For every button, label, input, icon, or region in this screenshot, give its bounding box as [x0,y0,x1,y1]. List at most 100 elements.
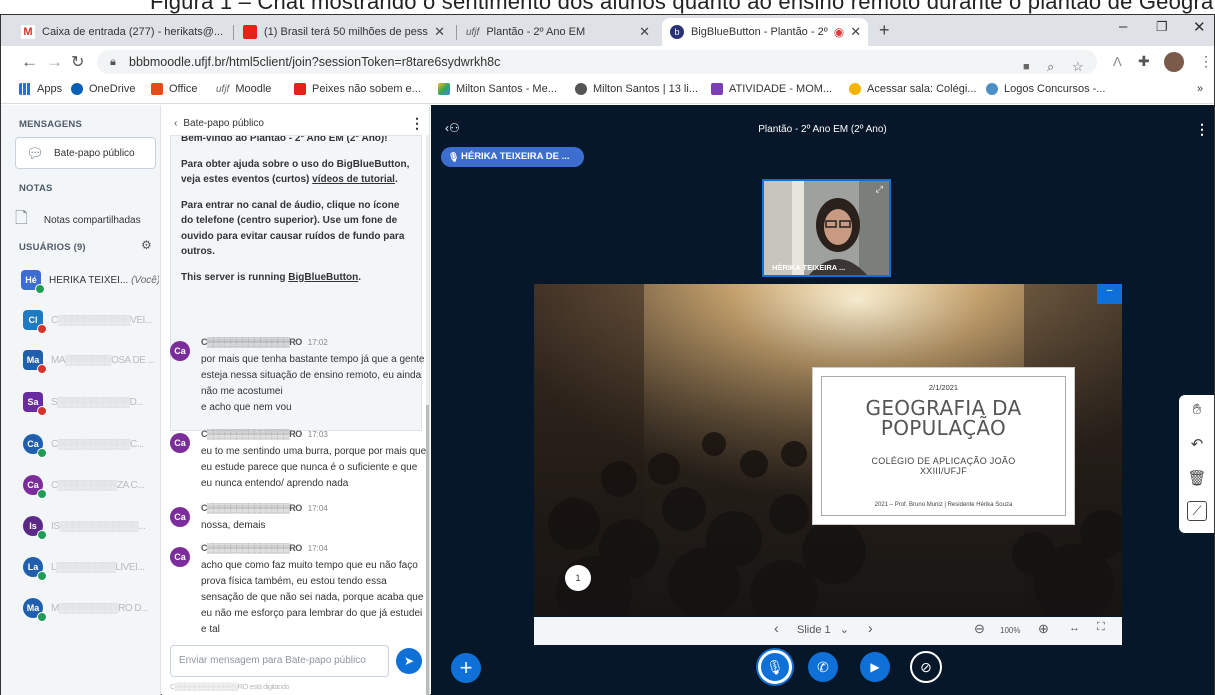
zoom-icon[interactable]: ⌕ [1047,55,1054,79]
screen-share-button[interactable]: ⊘ [910,651,942,683]
presentation-slide[interactable]: – 2/1/2021 GEOGRAFIA DA POPULAÇÃO COLÉGI… [534,284,1122,616]
user-name: IS▒▒▒▒▒▒▒▒▒▒▒▒... [51,520,146,532]
webcam-video[interactable]: HÉRIKA TEIXEIRA ... ⤢ [762,179,891,277]
send-button[interactable]: ➤ [396,648,422,674]
zoom-in-button[interactable]: ⊕ [1038,621,1049,637]
public-chat-item[interactable]: 💬︎ Bate-papo público [15,137,156,169]
undo-icon[interactable]: ↶ [1185,435,1209,453]
close-icon[interactable]: ✕ [633,24,650,40]
bookmark-milton-santos-2[interactable]: Milton Santos | 13 li... [575,83,698,95]
fit-width-button[interactable]: ↔ [1069,622,1080,634]
message-text: nossa, demais [201,520,266,531]
user-item[interactable]: Sa S▒▒▒▒▒▒▒▒▒▒▒D... [23,387,161,417]
message-text: eu to me sentindo uma burra, porque por … [201,446,427,489]
options-kebab-icon[interactable]: ⋮ [1195,121,1209,138]
address-bar[interactable]: 🔒︎ bbbmoodle.ufjf.br/html5client/join?se… [97,50,1097,74]
star-icon[interactable]: ☆ [1072,55,1084,79]
forward-arrow-icon[interactable]: → [46,52,63,72]
hand-tool-icon[interactable]: ✋︎ [1185,401,1209,418]
close-icon[interactable]: ✕ [223,24,231,40]
user-item[interactable]: Cl C▒▒▒▒▒▒▒▒▒▒▒VEI... [23,305,161,335]
you-label: (Você) [131,274,159,286]
whiteboard-icon[interactable]: ⟋ [1187,501,1207,521]
public-chat-label: Bate-papo público [54,147,135,159]
user-item[interactable]: Hé HÉRIKA TEIXEI... (Você) [21,265,159,295]
avatar: Ma [23,598,47,622]
youtube-icon [294,83,306,95]
user-item[interactable]: Ma MA▒▒▒▒▒▒▒OSA DE ... [23,345,161,375]
bookmark-moodle[interactable]: ufjf Moodle [216,83,271,95]
message-author: C▒▒▒▒▒▒▒▒▒▒▒▒▒▒RO [201,337,302,347]
close-icon[interactable]: ✕ [428,24,445,40]
tab-bigbluebutton[interactable]: b BigBlueButton - Plantão - 2º ◉ ✕ [662,18,868,46]
chat-header[interactable]: ‹ Bate-papo público [174,118,264,129]
bookmarks-overflow[interactable]: » [1197,83,1203,95]
avatar: Ca [170,433,190,453]
bigbluebutton-link[interactable]: BigBlueButton [288,272,358,283]
bookmark-logos-concursos[interactable]: Logos Concursos -... [986,83,1106,95]
zoom-out-button[interactable]: ⊖ [974,621,985,637]
chevron-left-icon[interactable]: ‹ [174,118,177,129]
mic-status-icon [35,284,45,294]
microphone-icon: 🎙︎ [448,152,460,162]
phone-button[interactable]: ✆ [808,652,838,682]
messages-section-title: MENSAGENS [19,119,83,130]
user-name: M▒▒▒▒▒▒▒▒▒RO D... [51,602,148,614]
user-item[interactable]: Is IS▒▒▒▒▒▒▒▒▒▒▒▒... [23,511,161,541]
reload-icon[interactable]: ↻ [71,52,84,72]
minimize-presentation-button[interactable]: – [1097,284,1122,304]
browser-tab-bar: M Caixa de entrada (277) - herikats@... … [1,15,1214,46]
globe-icon [575,83,587,95]
bookmark-apps[interactable]: Apps [19,83,62,95]
bookmark-acessar-sala[interactable]: Acessar sala: Colégi... [849,83,976,95]
tutorial-link[interactable]: vídeos de tutorial [312,174,395,185]
slide-date: 2/1/2021 [928,383,959,392]
phone-icon: ✆ [817,658,829,675]
fullscreen-button[interactable]: ⛶ [1097,621,1105,634]
close-window-button[interactable]: ✕ [1193,18,1206,36]
user-item[interactable]: Ca C▒▒▒▒▒▒▒▒▒ZA C... [23,470,161,500]
title-card: 2/1/2021 GEOGRAFIA DA POPULAÇÃO COLÉGIO … [812,367,1075,525]
shared-notes-item[interactable]: 🗋︎ Notas compartilhadas [15,207,141,234]
user-item[interactable]: Ma M▒▒▒▒▒▒▒▒▒RO D... [23,593,161,623]
fullscreen-icon[interactable]: ⤢ [876,184,883,195]
camera-icon[interactable]: ■ [1023,55,1030,79]
new-tab-button[interactable]: + [879,20,890,41]
next-slide-button[interactable]: › [868,620,873,636]
user-name: C▒▒▒▒▒▒▒▒▒▒▒VEI... [51,314,152,326]
avatar: Ca [23,434,47,458]
menu-kebab-icon[interactable]: ⋮ [1199,53,1213,70]
close-icon[interactable]: ✕ [844,24,861,40]
bookmark-milton-santos-1[interactable]: Milton Santos - Me... [438,83,557,95]
message-time: 17:03 [307,430,328,439]
back-arrow-icon[interactable]: ← [21,52,38,72]
microphone-button[interactable]: 🎙︎ [758,650,792,684]
meeting-title: Plantão - 2º Ano EM (2º Ano) [758,124,887,135]
previous-slide-button[interactable]: ‹ [774,620,779,636]
puzzle-icon[interactable]: ✚ [1138,53,1150,70]
bookmark-office[interactable]: Office [151,83,198,95]
user-item[interactable]: La L▒▒▒▒▒▒▒▒▒LIVEI... [23,552,161,582]
restore-button[interactable]: ❐ [1156,19,1168,35]
extension-icon[interactable]: Λ [1113,54,1122,69]
gear-icon[interactable]: ⚙ [141,238,152,252]
chat-message-input[interactable]: Enviar mensagem para Bate-papo público [170,645,389,677]
tab-youtube[interactable]: (1) Brasil terá 50 milhões de pess ✕ [235,18,453,46]
actions-plus-button[interactable]: + [451,653,481,683]
trash-icon[interactable]: 🗑︎ [1185,469,1209,487]
chat-options-icon[interactable]: ⋮ [410,115,424,132]
bookmark-onedrive[interactable]: OneDrive [71,83,135,95]
apps-grid-icon [19,83,31,95]
bookmark-peixes[interactable]: Peixes não sobem e... [294,83,421,95]
camera-button[interactable]: ▶ [860,652,890,682]
tab-moodle[interactable]: ufjf Plantão - 2º Ano EM ✕ [458,18,658,46]
tab-gmail[interactable]: M Caixa de entrada (277) - herikats@... … [13,18,231,46]
user-item[interactable]: Ca C▒▒▒▒▒▒▒▒▒▒▒C... [23,429,161,459]
avatar[interactable] [1164,52,1184,72]
minimize-button[interactable]: – [1119,18,1127,35]
slide-select[interactable]: Slide 1 ⌄ [797,623,849,636]
message-time: 17:02 [307,338,328,347]
bookmark-atividade[interactable]: ATIVIDADE - MOM... [711,83,832,95]
chat-panel: ‹ Bate-papo público ⋮ Bem-vindo ao Plantã… [162,105,430,695]
avatar: Ma [23,350,47,374]
